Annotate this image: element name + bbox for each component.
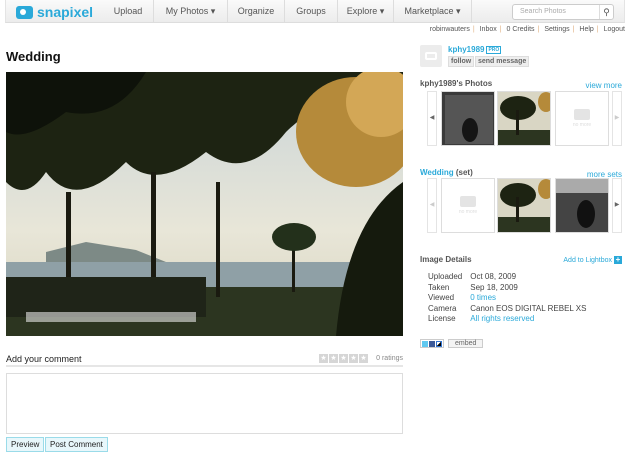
twitter-icon[interactable] (422, 340, 428, 347)
no-more-placeholder: no more (555, 91, 609, 146)
photostream-title: kphy1989's Photos (420, 79, 493, 88)
plus-icon: + (614, 255, 622, 264)
camera-icon (574, 109, 590, 120)
image-details-table: Uploaded Oct 08, 2009 Taken Sep 18, 2009 V… (428, 272, 594, 325)
star-icon[interactable]: ★ (349, 354, 358, 363)
prev-arrow-icon[interactable]: ◀ (427, 178, 437, 233)
set-thumb[interactable] (555, 178, 609, 233)
link-username[interactable]: robinwauters (430, 26, 470, 33)
add-to-lightbox-link[interactable]: Add to Lightbox + (563, 256, 622, 264)
detail-label: Uploaded (428, 272, 463, 281)
search-icon[interactable]: ⚲ (599, 5, 613, 19)
detail-value: Sep 18, 2009 (470, 282, 518, 292)
camera-icon (460, 196, 476, 207)
owner-info: kphy1989 PRO (448, 45, 502, 54)
follow-button[interactable]: follow (448, 56, 475, 67)
comment-input[interactable] (6, 373, 403, 434)
embed-button[interactable]: embed (448, 339, 484, 348)
link-logout[interactable]: Logout (604, 26, 625, 33)
detail-value: Canon EOS DIGITAL REBEL XS (470, 303, 587, 313)
logo-text: snapixel (37, 4, 94, 20)
owner-name[interactable]: kphy1989 (448, 45, 484, 54)
detail-label: Viewed (428, 293, 455, 302)
prev-arrow-icon[interactable]: ◀ (427, 91, 437, 146)
nav-my-photos[interactable]: My Photos ▾ (153, 0, 227, 22)
nav-explore[interactable]: Explore ▾ (337, 0, 393, 22)
logo[interactable]: snapixel (16, 4, 93, 20)
link-help[interactable]: Help (579, 26, 593, 33)
delicious-icon[interactable] (436, 340, 442, 347)
no-more-placeholder: no more (441, 178, 495, 233)
photostream-thumb[interactable] (441, 91, 495, 146)
link-settings[interactable]: Settings (544, 26, 569, 33)
post-comment-button[interactable]: Post Comment (45, 437, 108, 452)
detail-row: License All rights reserved (428, 314, 594, 325)
star-icon[interactable]: ★ (329, 354, 338, 363)
detail-value: Oct 08, 2009 (470, 272, 517, 281)
detail-value: 0 times (470, 293, 497, 302)
comment-header: Add your comment ★ ★ ★ ★ ★ 0 ratings (6, 354, 403, 367)
next-arrow-icon[interactable]: ▶ (612, 91, 622, 146)
view-more-link[interactable]: view more (586, 81, 622, 90)
detail-row: Taken Sep 18, 2009 (428, 283, 594, 294)
pro-badge: PRO (486, 45, 502, 54)
comment-heading: Add your comment (6, 354, 82, 364)
nav-organize[interactable]: Organize (227, 0, 284, 22)
detail-label: Taken (428, 282, 450, 292)
share-bar: embed (420, 339, 484, 348)
detail-row: Uploaded Oct 08, 2009 (428, 272, 594, 283)
avatar[interactable] (420, 45, 442, 67)
search-placeholder: Search Photos (520, 8, 566, 15)
photostream-thumb[interactable] (497, 91, 551, 146)
link-credits[interactable]: 0 Credits (507, 26, 535, 33)
no-more-text: no more (572, 122, 592, 128)
star-icon[interactable]: ★ (359, 354, 368, 363)
facebook-icon[interactable] (429, 340, 435, 347)
top-nav: snapixel Upload My Photos ▾ Organize Gro… (5, 0, 625, 23)
set-suffix: (set) (453, 168, 473, 177)
star-icon[interactable]: ★ (319, 354, 328, 363)
preview-button[interactable]: Preview (6, 437, 45, 452)
social-buttons (420, 339, 444, 348)
detail-label: Camera (428, 303, 457, 313)
user-links: robinwauters | Inbox | 0 Credits | Settings… (429, 26, 625, 33)
detail-label: License (428, 314, 456, 323)
star-icon[interactable]: ★ (339, 354, 348, 363)
main-photo[interactable] (6, 72, 403, 336)
set-title: Wedding (set) (420, 168, 473, 177)
set-name[interactable]: Wedding (420, 168, 454, 177)
nav-groups[interactable]: Groups (284, 0, 337, 22)
page-title: Wedding (6, 49, 61, 64)
no-more-text: no more (458, 209, 478, 215)
next-arrow-icon[interactable]: ▶ (612, 178, 622, 233)
send-message-button[interactable]: send message (475, 56, 530, 67)
nav-marketplace[interactable]: Marketplace ▾ (393, 0, 472, 22)
rating-stars[interactable]: ★ ★ ★ ★ ★ (319, 354, 368, 363)
detail-row: Viewed 0 times (428, 293, 594, 304)
lightbox-label: Add to Lightbox (563, 257, 613, 264)
set-thumb[interactable] (497, 178, 551, 233)
search-input[interactable]: Search Photos ⚲ (512, 4, 614, 20)
nav-upload[interactable]: Upload (103, 0, 153, 22)
detail-row: Camera Canon EOS DIGITAL REBEL XS (428, 304, 594, 315)
license-link[interactable]: All rights reserved (470, 314, 594, 325)
link-inbox[interactable]: Inbox (480, 26, 497, 33)
ratings-count: 0 ratings (376, 355, 403, 362)
camera-icon (425, 52, 437, 60)
camera-logo-icon (16, 5, 33, 19)
image-details-title: Image Details (420, 255, 472, 264)
